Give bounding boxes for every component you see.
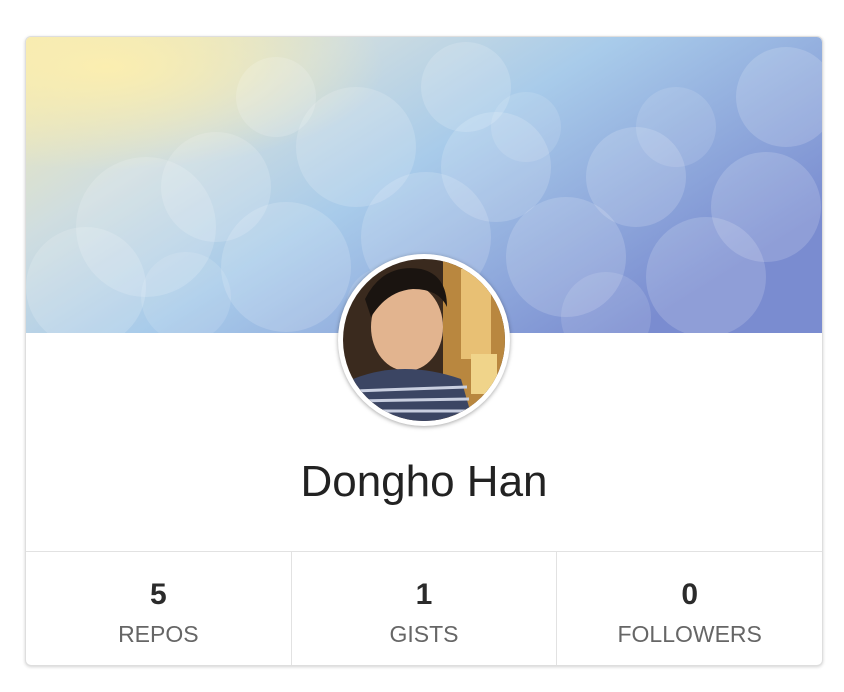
stat-gists[interactable]: 1 GISTS <box>292 552 558 665</box>
stat-followers-count: 0 <box>681 578 699 611</box>
stat-followers[interactable]: 0 FOLLOWERS <box>557 552 822 665</box>
stat-repos[interactable]: 5 REPOS <box>26 552 292 665</box>
stat-followers-label: FOLLOWERS <box>617 621 762 647</box>
stat-repos-label: REPOS <box>118 621 199 647</box>
stat-gists-count: 1 <box>415 578 433 611</box>
profile-card: Dongho Han 5 REPOS 1 GISTS 0 FOLLOWERS <box>25 36 823 666</box>
user-photo-avatar-icon <box>343 259 505 421</box>
profile-name: Dongho Han <box>300 457 548 506</box>
stats-bar: 5 REPOS 1 GISTS 0 FOLLOWERS <box>26 551 822 665</box>
stat-gists-label: GISTS <box>389 621 459 647</box>
stat-repos-count: 5 <box>149 578 167 611</box>
avatar[interactable] <box>338 254 510 426</box>
